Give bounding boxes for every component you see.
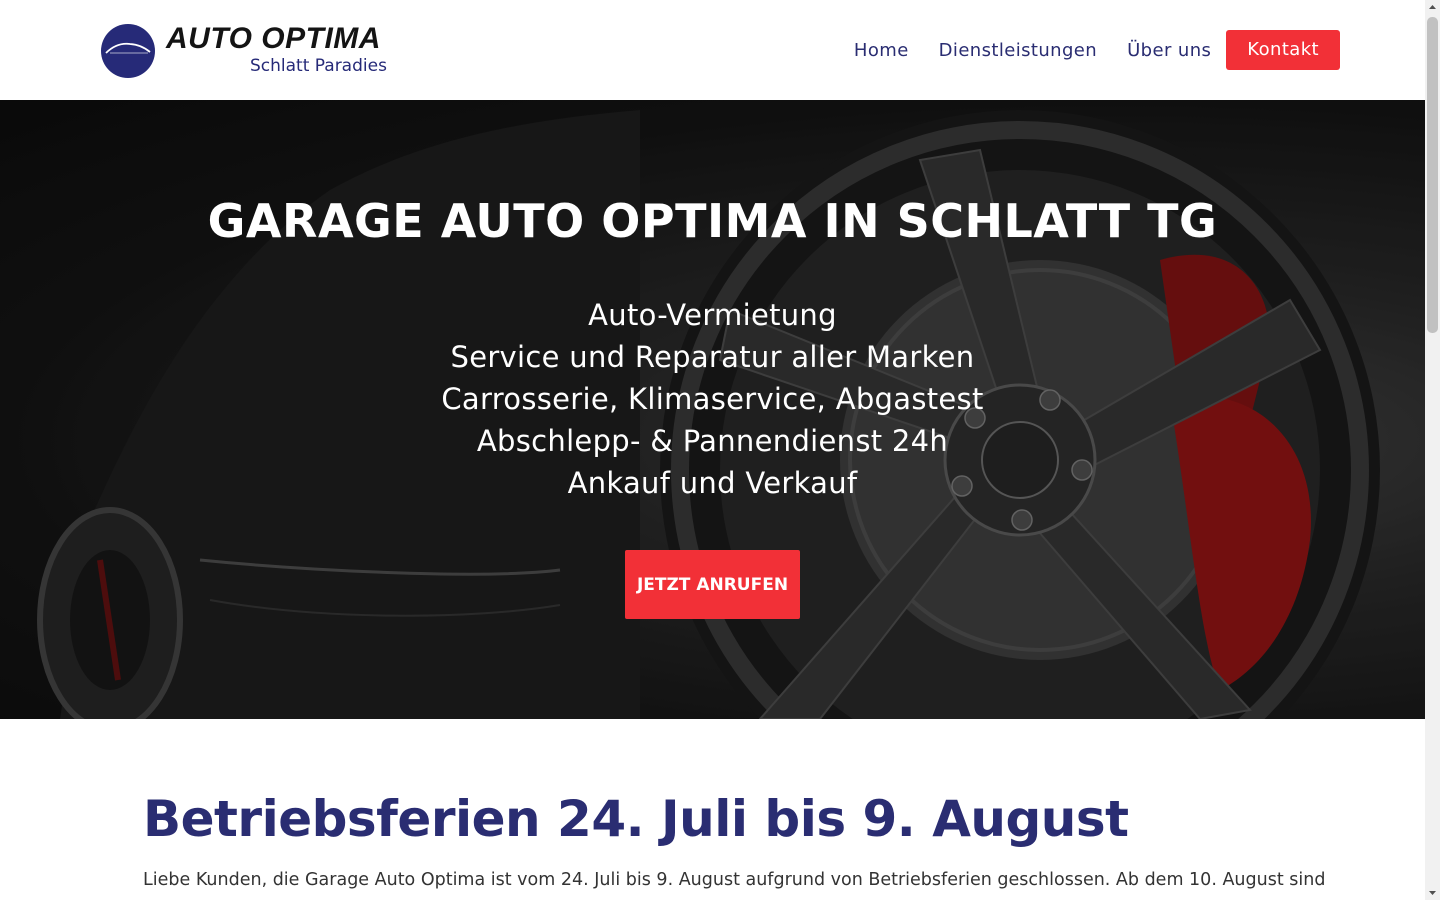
contact-button[interactable]: Kontakt: [1226, 30, 1340, 70]
hero-service-line: Carrosserie, Klimaservice, Abgastest: [441, 382, 984, 416]
site-header: AUTO OPTIMA Schlatt Paradies Home Dienst…: [0, 0, 1425, 100]
scroll-thumb[interactable]: [1427, 17, 1438, 333]
call-now-button[interactable]: JETZT ANRUFEN: [625, 550, 800, 619]
car-logo-icon: [101, 24, 155, 78]
notice-section: Betriebsferien 24. Juli bis 9. August Li…: [143, 790, 1326, 892]
notice-text: Liebe Kunden, die Garage Auto Optima ist…: [143, 870, 1326, 890]
main-nav: Home Dienstleistungen Über uns Kontakt: [824, 30, 1340, 70]
hero-service-line: Abschlepp- & Pannendienst 24h: [476, 424, 949, 458]
logo-title: AUTO OPTIMA: [166, 22, 381, 55]
scroll-up-arrow-icon[interactable]: [1425, 0, 1440, 15]
page: AUTO OPTIMA Schlatt Paradies Home Dienst…: [0, 0, 1440, 900]
hero-services: Auto-Vermietung Service und Reparatur al…: [0, 294, 1425, 504]
hero-service-line: Service und Reparatur aller Marken: [450, 340, 975, 374]
page-scrollbar[interactable]: [1425, 0, 1440, 900]
nav-home[interactable]: Home: [854, 40, 909, 61]
hero-service-line: Auto-Vermietung: [588, 298, 837, 332]
notice-title: Betriebsferien 24. Juli bis 9. August: [143, 790, 1129, 848]
hero-title: GARAGE AUTO OPTIMA IN SCHLATT TG: [207, 194, 1218, 248]
hero-service-line: Ankauf und Verkauf: [567, 466, 858, 500]
scroll-down-arrow-icon[interactable]: [1425, 885, 1440, 900]
nav-dienstleistungen[interactable]: Dienstleistungen: [939, 40, 1097, 61]
hero-section: GARAGE AUTO OPTIMA IN SCHLATT TG Auto-Ve…: [0, 100, 1425, 719]
nav-ueber-uns[interactable]: Über uns: [1127, 40, 1211, 61]
logo-subtitle: Schlatt Paradies: [250, 56, 387, 76]
site-logo[interactable]: AUTO OPTIMA Schlatt Paradies: [100, 22, 400, 80]
